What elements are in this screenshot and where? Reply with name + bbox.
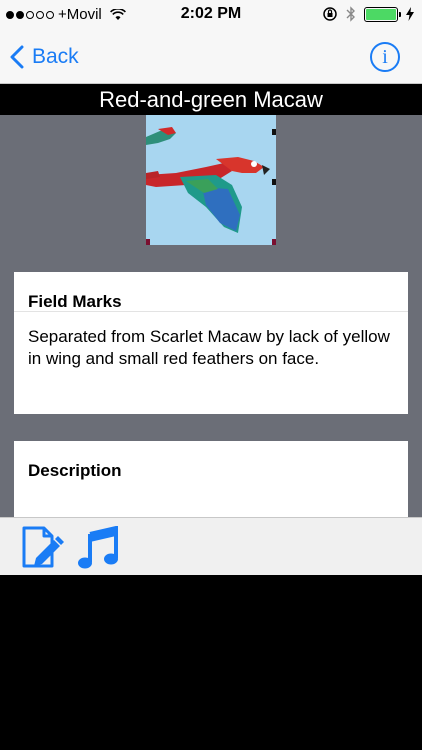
bottom-toolbar [0,517,422,575]
macaw-image [146,115,276,245]
battery-icon [364,6,401,22]
info-icon: i [382,45,388,68]
info-button[interactable]: i [370,42,400,72]
navigation-bar: Back i [0,30,422,84]
field-marks-card: Field Marks Separated from Scarlet Macaw… [14,272,408,414]
battery-fill [366,8,396,20]
status-bar: +Movil 2:02 PM [0,0,422,30]
charging-icon [406,7,414,21]
status-right [322,6,414,22]
description-title: Description [28,461,122,480]
chevron-left-icon [10,45,24,69]
field-marks-title: Field Marks [14,272,408,312]
description-card: Description [14,441,408,517]
notes-button[interactable] [20,526,64,570]
orientation-lock-icon [323,7,337,21]
music-icon [78,525,118,569]
bluetooth-icon [346,6,355,22]
notes-edit-icon [22,526,64,568]
page-title: Red-and-green Macaw [0,85,422,115]
audio-button[interactable] [76,525,120,570]
bird-photo[interactable] [146,115,276,245]
empty-area [0,575,422,750]
back-button[interactable]: Back [10,41,79,73]
content-area: Field Marks Separated from Scarlet Macaw… [0,115,422,517]
back-button-label: Back [32,45,79,68]
field-marks-text: Separated from Scarlet Macaw by lack of … [28,327,390,368]
